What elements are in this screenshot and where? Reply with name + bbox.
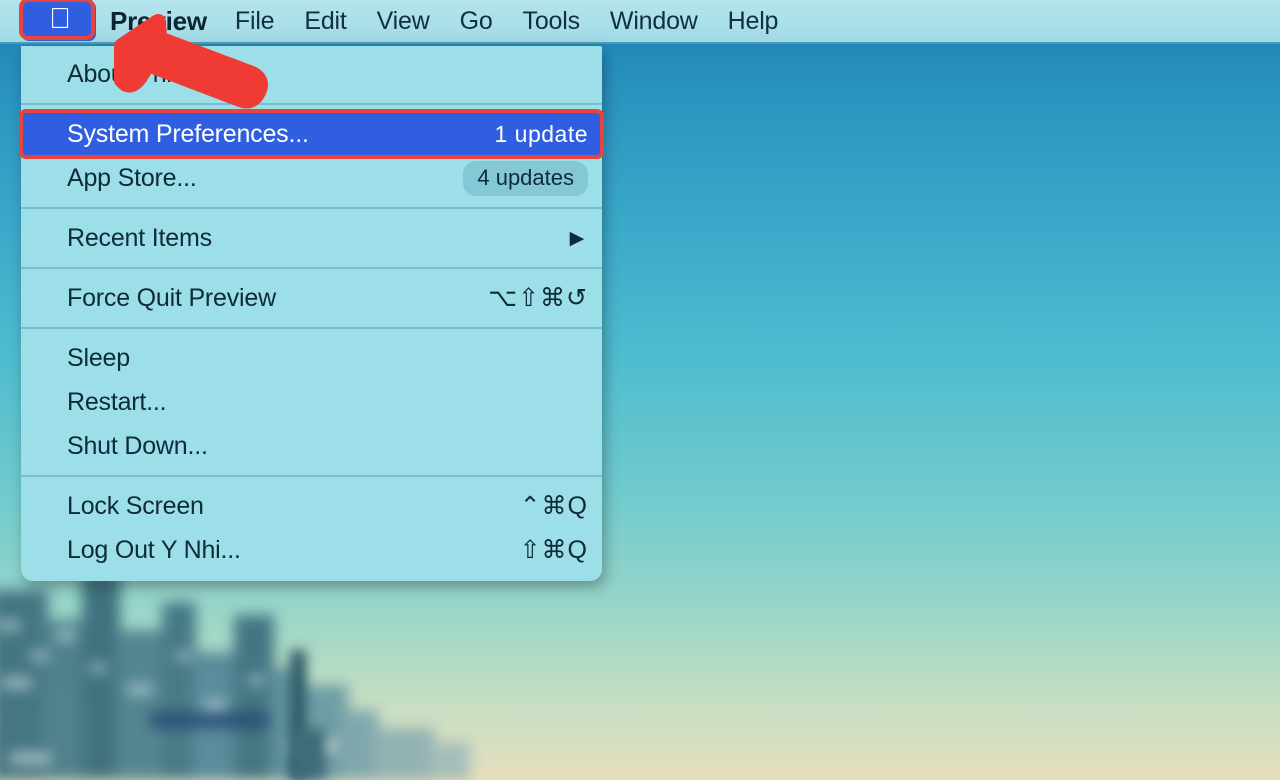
menu-bar-item-tools[interactable]: Tools [523,7,581,36]
menu-item-force-quit[interactable]: Force Quit Preview ⌥⇧⌘↺ [21,276,602,320]
menu-item-lock-screen[interactable]: Lock Screen ⌃⌘Q [21,484,602,528]
menu-bar:  Preview File Edit View Go Tools Window… [0,0,1280,44]
menu-item-label: Shut Down... [67,431,208,460]
menu-item-label: System Preferences... [67,119,309,148]
wallpaper-tower-base [292,728,326,780]
wallpaper-city-skyline [0,570,550,780]
menu-bar-item-window[interactable]: Window [610,7,698,36]
menu-item-label: Force Quit Preview [67,283,276,312]
menu-bar-item-view[interactable]: View [377,7,430,36]
menu-item-label: App Store... [67,163,197,192]
apple-dropdown-menu: About This Mac System Preferences... 1 u… [19,46,604,581]
menu-item-label: About This Mac [67,59,238,88]
menu-bar-item-go[interactable]: Go [460,7,493,36]
menu-item-label: Lock Screen [67,491,204,520]
menu-separator [21,103,602,105]
menu-item-system-preferences[interactable]: System Preferences... 1 update [19,109,604,159]
menu-bar-item-edit[interactable]: Edit [304,7,346,36]
menu-separator [21,475,602,477]
menu-item-restart[interactable]: Restart... [21,380,602,424]
menu-item-label: Sleep [67,343,130,372]
desktop-screen:  Preview File Edit View Go Tools Window… [0,0,1280,780]
menu-item-log-out[interactable]: Log Out Y Nhi... ⇧⌘Q [21,528,602,572]
menu-bar-item-file[interactable]: File [235,7,275,36]
menu-item-shortcut: ⌃⌘Q [519,492,588,520]
menu-item-update-count: 1 update [494,120,588,147]
menu-item-app-store[interactable]: App Store... 4 updates [21,156,602,200]
menu-bar-app-name[interactable]: Preview [110,6,207,37]
menu-item-recent-items[interactable]: Recent Items ▶ [21,216,602,260]
menu-item-shortcut: ⇧⌘Q [519,536,588,564]
menu-item-shut-down[interactable]: Shut Down... [21,424,602,468]
apple-menu-button[interactable]:  [19,0,98,42]
app-store-updates-badge: 4 updates [463,160,588,196]
chevron-right-icon: ▶ [569,227,585,249]
menu-bar-item-help[interactable]: Help [728,7,779,36]
menu-separator [21,207,602,209]
menu-item-label: Restart... [67,387,167,416]
menu-item-about-this-mac[interactable]: About This Mac [21,52,602,96]
menu-item-label: Recent Items [67,223,212,252]
menu-item-shortcut: ⌥⇧⌘↺ [488,284,588,312]
menu-item-sleep[interactable]: Sleep [21,336,602,380]
apple-logo-icon:  [49,5,71,34]
menu-item-label: Log Out Y Nhi... [67,535,241,564]
menu-separator [21,267,602,269]
menu-separator [21,327,602,329]
